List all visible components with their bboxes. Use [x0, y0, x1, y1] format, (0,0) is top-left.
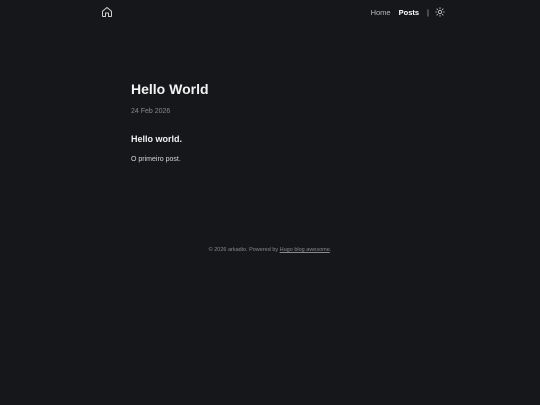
page: Home Posts | Hello World 24 Feb 2026 Hel…: [0, 0, 540, 405]
nav-link-posts[interactable]: Posts: [399, 8, 419, 17]
site-header: Home Posts |: [0, 0, 540, 24]
footer-theme-link[interactable]: Hugo blog awesome: [280, 247, 330, 253]
nav-link-home[interactable]: Home: [371, 8, 391, 17]
post-paragraph: O primeiro post.: [131, 156, 181, 163]
footer-suffix: .: [329, 247, 332, 253]
site-footer: © 2026 arkadio. Powered by Hugo blog awe…: [0, 246, 540, 254]
theme-toggle-button[interactable]: [435, 7, 445, 17]
post-date: 24 Feb 2026: [131, 108, 171, 115]
main-nav: Home Posts |: [371, 6, 445, 18]
nav-separator: |: [427, 7, 429, 17]
post-heading: Hello world.: [131, 134, 183, 144]
post-content: Hello World 24 Feb 2026 Hello world. O p…: [131, 80, 411, 165]
home-icon: [102, 7, 112, 17]
post-title: Hello World: [131, 81, 209, 97]
sun-icon: [435, 7, 445, 17]
footer-text: © 2026 arkadio. Powered by: [208, 247, 280, 253]
home-icon-link[interactable]: [101, 6, 113, 18]
